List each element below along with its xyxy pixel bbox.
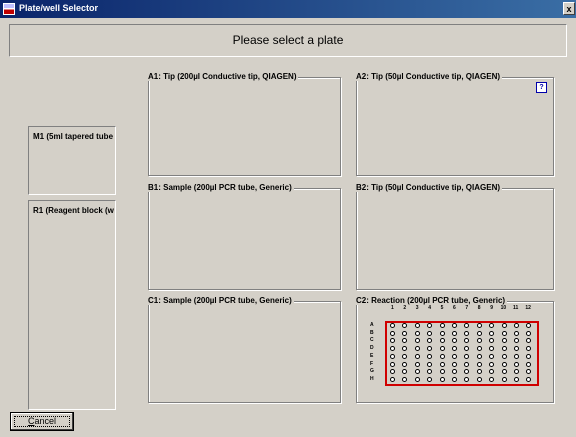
- column-header[interactable]: 11: [513, 305, 518, 311]
- plate-b2[interactable]: B2: Tip (50µl Conductive tip, QIAGEN): [356, 183, 554, 290]
- row-header[interactable]: A: [370, 322, 374, 328]
- column-header[interactable]: 2: [403, 305, 406, 311]
- plate-a1[interactable]: A1: Tip (200µl Conductive tip, QIAGEN): [148, 72, 341, 176]
- header-panel: Please select a plate: [9, 24, 567, 57]
- slot-m1-panel[interactable]: M1 (5ml tapered tube: [28, 126, 116, 195]
- row-header[interactable]: H: [370, 376, 374, 382]
- plate-c1[interactable]: C1: Sample (200µl PCR tube, Generic): [148, 296, 341, 403]
- column-header[interactable]: 8: [478, 305, 481, 311]
- column-header[interactable]: 3: [416, 305, 419, 311]
- plate-a2[interactable]: A2: Tip (50µl Conductive tip, QIAGEN) ?: [356, 72, 554, 176]
- slot-m1-label: M1 (5ml tapered tube: [33, 132, 114, 141]
- row-header[interactable]: C: [370, 337, 374, 343]
- selected-plate-frame: [385, 321, 539, 386]
- column-header[interactable]: 1: [391, 305, 394, 311]
- well-plate-grid[interactable]: 1 2 3 4 5 6 7 8 9 10 11 12 A B C D E F G H: [356, 301, 552, 401]
- cancel-label: Cancel: [27, 416, 56, 426]
- row-header[interactable]: D: [370, 345, 374, 351]
- title-bar: Plate/well Selector x: [0, 0, 576, 18]
- slot-r1-label: R1 (Reagent block (w: [33, 206, 114, 215]
- plate-a2-label: A2: Tip (50µl Conductive tip, QIAGEN): [356, 72, 503, 81]
- window-title: Plate/well Selector: [19, 3, 99, 13]
- column-header[interactable]: 5: [441, 305, 444, 311]
- cancel-button[interactable]: Cancel: [10, 412, 74, 431]
- plate-b1-label: B1: Sample (200µl PCR tube, Generic): [148, 183, 294, 192]
- close-button[interactable]: x: [563, 2, 575, 15]
- plate-b1[interactable]: B1: Sample (200µl PCR tube, Generic): [148, 183, 341, 290]
- column-header[interactable]: 7: [465, 305, 468, 311]
- row-header[interactable]: E: [370, 353, 373, 359]
- column-header[interactable]: 12: [525, 305, 531, 311]
- plate-b2-label: B2: Tip (50µl Conductive tip, QIAGEN): [356, 183, 503, 192]
- header-text: Please select a plate: [232, 33, 344, 47]
- row-header[interactable]: F: [370, 361, 373, 367]
- column-header[interactable]: 9: [490, 305, 493, 311]
- plate-a1-label: A1: Tip (200µl Conductive tip, QIAGEN): [148, 72, 299, 81]
- help-icon[interactable]: ?: [536, 82, 547, 93]
- column-header[interactable]: 10: [501, 305, 507, 311]
- column-header[interactable]: 6: [453, 305, 456, 311]
- app-icon: [3, 3, 15, 15]
- row-header[interactable]: B: [370, 330, 374, 336]
- column-header[interactable]: 4: [428, 305, 431, 311]
- plate-c1-label: C1: Sample (200µl PCR tube, Generic): [148, 296, 294, 305]
- slot-r1-panel[interactable]: R1 (Reagent block (w: [28, 200, 116, 410]
- row-header[interactable]: G: [370, 368, 374, 374]
